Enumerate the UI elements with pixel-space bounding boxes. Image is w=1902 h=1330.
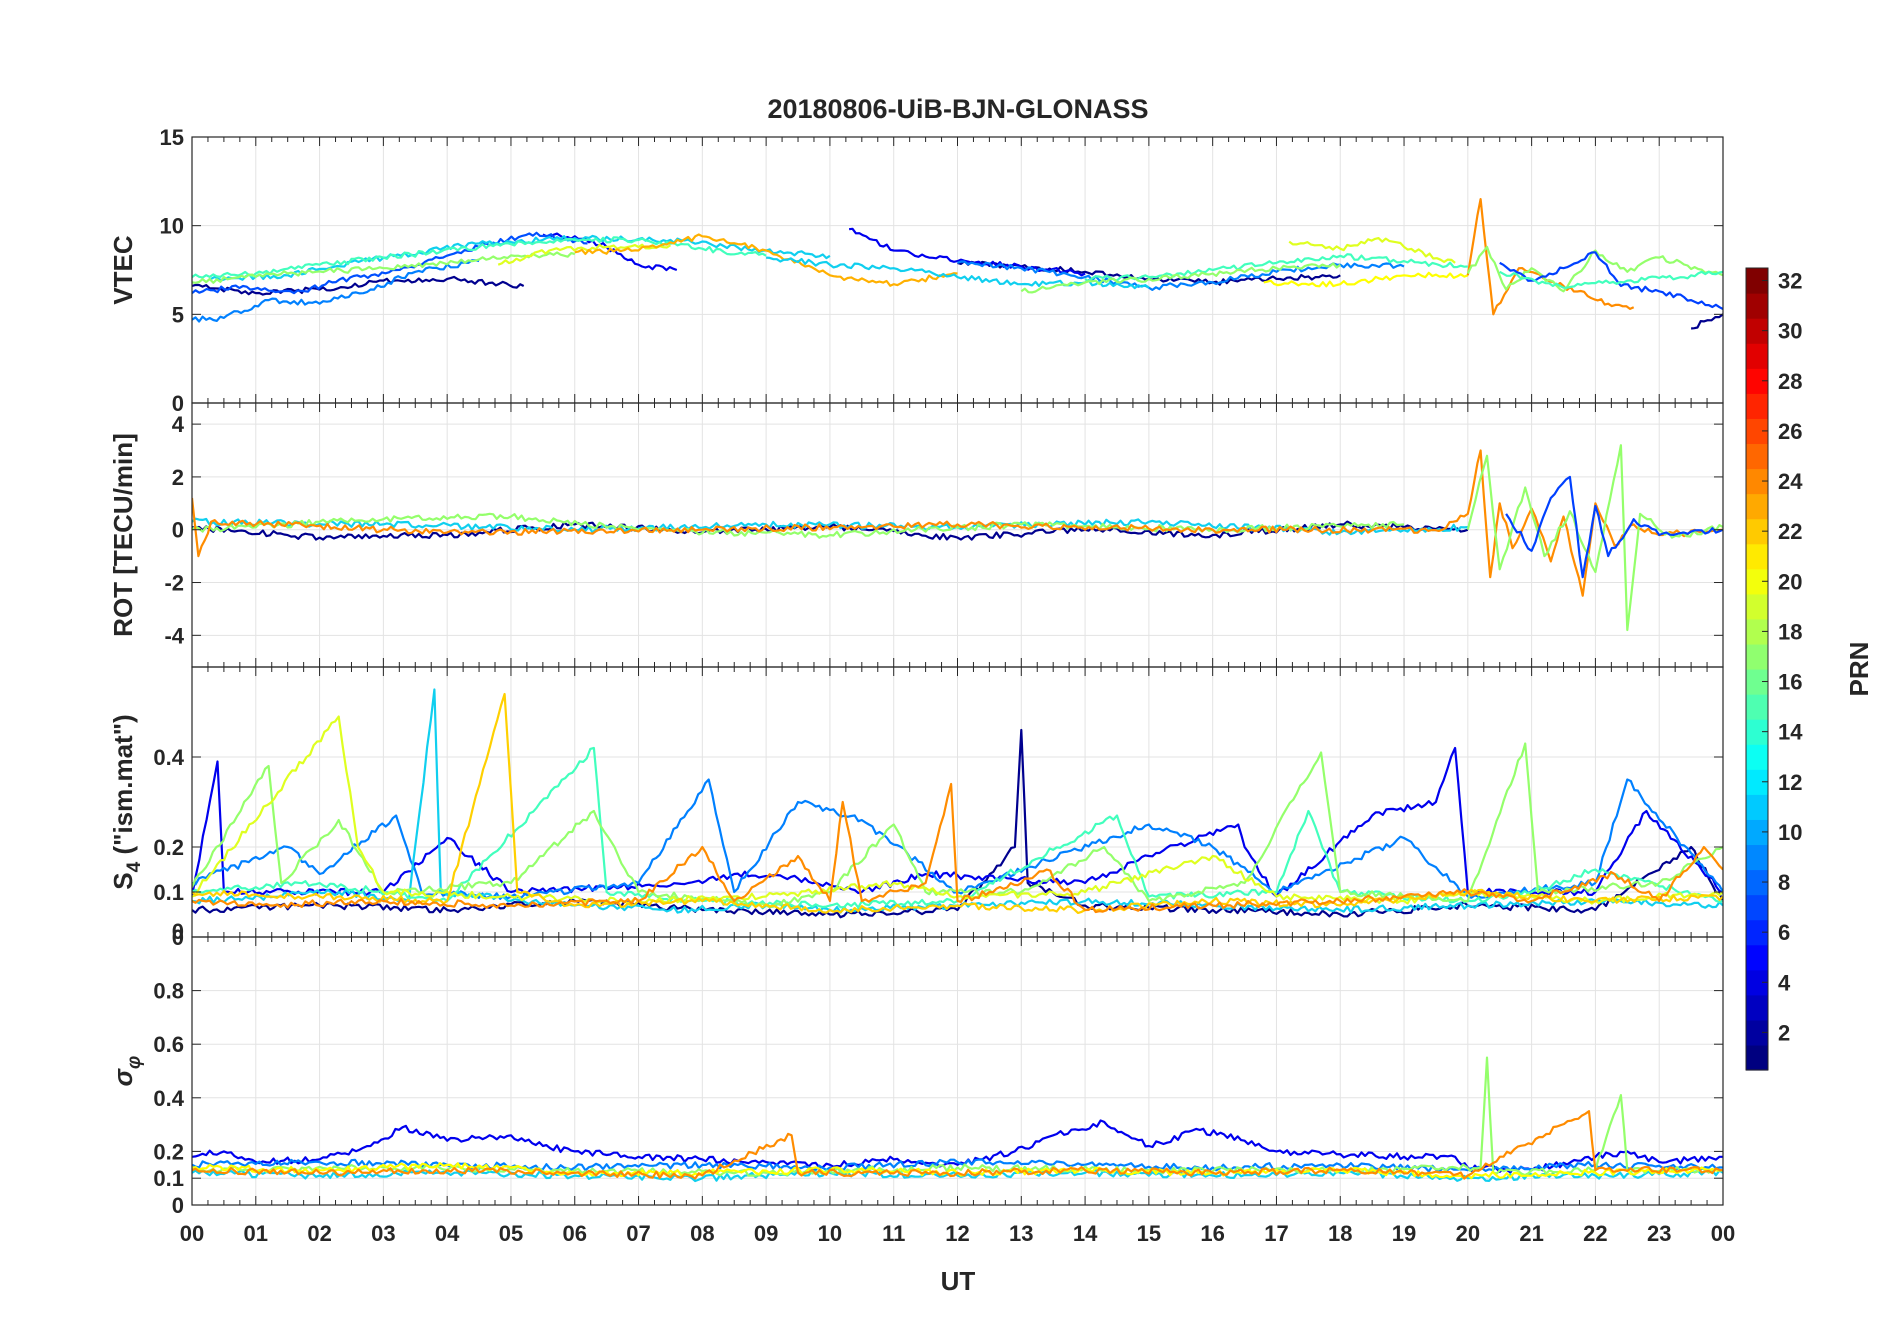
- x-axis-label: UT: [941, 1266, 976, 1296]
- colorbar-swatch: [1746, 393, 1768, 419]
- y-tick-label: 2: [172, 465, 184, 490]
- colorbar-tick-label: 30: [1778, 319, 1802, 344]
- y-tick-label: 0: [172, 1193, 184, 1218]
- colorbar-swatch: [1746, 794, 1768, 820]
- y-tick-label: 0.6: [153, 1032, 184, 1057]
- x-tick-label: 20: [1456, 1221, 1480, 1246]
- colorbar-tick-label: 8: [1778, 870, 1790, 895]
- colorbar-swatch: [1746, 493, 1768, 520]
- colorbar: 2468101214161820222426283032PRN: [1745, 267, 1874, 1071]
- x-tick-label: 12: [945, 1221, 969, 1246]
- x-tick-label: 04: [435, 1221, 460, 1246]
- colorbar-tick-label: 16: [1778, 670, 1802, 695]
- colorbar-swatch: [1746, 844, 1768, 871]
- colorbar-swatch: [1746, 1044, 1768, 1071]
- panel-s4: 00.10.20.40S4 ("ism.mat"): [108, 666, 1724, 950]
- y-tick-label: 0: [172, 919, 184, 944]
- panel-sigma_phi: 00.10.2 0.4 0.6 0.8 σφ: [108, 936, 1724, 1218]
- vtec-series-line: [1466, 198, 1635, 316]
- x-tick-label: 11: [882, 1221, 905, 1246]
- y-tick-label: 10: [160, 214, 184, 239]
- x-tick-label: 15: [1137, 1221, 1161, 1246]
- y-tick-label: 0.1: [153, 880, 184, 905]
- x-tick-label: 21: [1519, 1221, 1543, 1246]
- colorbar-swatch: [1746, 293, 1768, 319]
- colorbar-tick-label: 26: [1778, 419, 1802, 444]
- colorbar-tick-label: 2: [1778, 1020, 1790, 1045]
- colorbar-tick-label: 22: [1778, 519, 1802, 544]
- colorbar-tick-label: 10: [1778, 820, 1802, 845]
- colorbar-swatch: [1746, 994, 1768, 1021]
- panel-rot: -4 -2 0 2 4 ROT [TECU/min]: [108, 402, 1724, 668]
- panel-vtec: 051015VTEC: [108, 125, 1724, 416]
- y-tick-label: 0.2: [153, 835, 184, 860]
- x-tick-label: 06: [563, 1221, 587, 1246]
- x-tick-label: 02: [307, 1221, 331, 1246]
- x-tick-label: 07: [626, 1221, 650, 1246]
- colorbar-tick-label: 24: [1778, 469, 1803, 494]
- chart-title: 20180806-UiB-BJN-GLONASS: [767, 94, 1148, 124]
- y-tick-label: -4: [164, 623, 184, 648]
- y-tick-label: 15: [160, 125, 184, 150]
- y-tick-label: 4: [172, 412, 185, 437]
- rot-y-axis-label: ROT [TECU/min]: [108, 433, 138, 637]
- colorbar-swatch: [1746, 694, 1768, 720]
- x-tick-label: 08: [690, 1221, 714, 1246]
- y-tick-label: 0.8: [153, 979, 184, 1004]
- x-tick-label: 17: [1264, 1221, 1288, 1246]
- colorbar-tick-label: 18: [1778, 619, 1802, 644]
- colorbar-swatch: [1746, 894, 1768, 921]
- colorbar-swatch: [1746, 593, 1768, 620]
- colorbar-swatch: [1746, 343, 1768, 369]
- rot-series-line: [1505, 475, 1723, 579]
- sigma_phi-y-axis-label: σφ: [108, 1056, 145, 1087]
- y-tick-label: 0: [172, 518, 184, 543]
- colorbar-tick-label: 6: [1778, 920, 1790, 945]
- vtec-y-axis-label: VTEC: [108, 235, 138, 305]
- colorbar-tick-label: 32: [1778, 269, 1802, 294]
- vtec-series-line: [1690, 313, 1723, 330]
- y-tick-label: 0.4: [153, 1086, 184, 1111]
- x-tick-label: 09: [754, 1221, 778, 1246]
- colorbar-swatch: [1746, 443, 1768, 470]
- colorbar-label: PRN: [1844, 642, 1874, 697]
- colorbar-swatch: [1746, 944, 1768, 971]
- x-tick-label: 13: [1009, 1221, 1033, 1246]
- x-tick-label: 22: [1583, 1221, 1607, 1246]
- x-tick-label: 00: [180, 1221, 204, 1246]
- x-tick-label: 16: [1200, 1221, 1224, 1246]
- x-tick-label: 01: [244, 1221, 268, 1246]
- y-tick-label: 0.1: [153, 1166, 184, 1191]
- y-tick-label: 0.2: [153, 1139, 184, 1164]
- x-tick-label: 23: [1647, 1221, 1671, 1246]
- y-tick-label: 0.4: [153, 745, 184, 770]
- colorbar-swatch: [1746, 744, 1768, 770]
- colorbar-swatch: [1746, 543, 1768, 570]
- colorbar-tick-label: 20: [1778, 569, 1802, 594]
- colorbar-swatch: [1746, 643, 1768, 670]
- colorbar-tick-label: 14: [1778, 720, 1803, 745]
- x-tick-label: 05: [499, 1221, 523, 1246]
- y-tick-label: 5: [172, 302, 184, 327]
- x-tick-label: 00: [1711, 1221, 1735, 1246]
- x-tick-label: 18: [1328, 1221, 1352, 1246]
- s4-y-axis-label: S4 ("ism.mat"): [108, 714, 145, 889]
- colorbar-tick-label: 28: [1778, 369, 1802, 394]
- colorbar-tick-label: 4: [1778, 970, 1791, 995]
- x-tick-label: 14: [1073, 1221, 1098, 1246]
- x-tick-label: 19: [1392, 1221, 1416, 1246]
- figure: 20180806-UiB-BJN-GLONASS 051015VTEC-4-20…: [108, 94, 1874, 1296]
- colorbar-tick-label: 12: [1778, 770, 1802, 795]
- x-tick-label: 03: [371, 1221, 395, 1246]
- y-tick-label: -2: [164, 571, 184, 596]
- panels: 051015VTEC-4-2024ROT [TECU/min]00.10.20.…: [108, 125, 1735, 1246]
- x-tick-label: 10: [818, 1221, 842, 1246]
